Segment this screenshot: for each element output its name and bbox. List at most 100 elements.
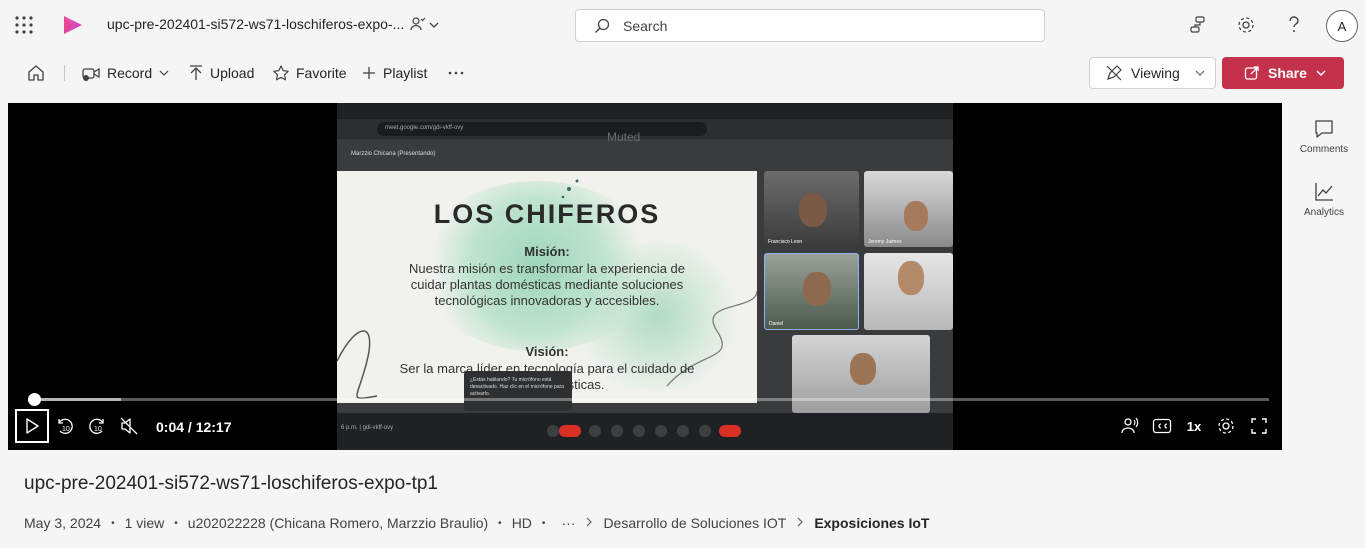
record-icon (82, 67, 100, 81)
comments-button[interactable]: Comments (1295, 118, 1353, 155)
separator-dot: • (111, 517, 115, 529)
participant-tile: Francisco Leon (764, 171, 859, 247)
home-icon (28, 65, 44, 81)
document-title[interactable]: upc-pre-202401-si572-ws71-loschiferos-ex… (107, 16, 404, 32)
skip-back-label: 10 (62, 426, 70, 433)
analytics-button[interactable]: Analytics (1295, 181, 1353, 218)
mic-warning-dialog: ¿Estás hablando? Tu micrófono está desac… (464, 371, 572, 411)
search-box[interactable] (575, 9, 1045, 42)
video-metadata: May 3, 2024 • 1 view • u202022228 (Chica… (24, 514, 929, 532)
chevron-down-icon[interactable] (428, 18, 440, 36)
comment-icon (1315, 120, 1333, 138)
search-input[interactable] (623, 17, 1023, 35)
meet-button (655, 425, 667, 437)
breadcrumb-more-button[interactable]: ··· (561, 515, 575, 531)
skip-back-button[interactable]: 10 (54, 414, 76, 438)
participant-tile: Daniel (764, 253, 859, 330)
home-button[interactable] (26, 62, 46, 84)
meet-button (611, 425, 623, 437)
org-explorer-icon[interactable] (1188, 15, 1208, 40)
chevron-right-icon (585, 515, 593, 531)
presentation-slide: LOS CHIFEROS Misión: Nuestra misión es t… (337, 171, 757, 403)
avatar[interactable]: A (1326, 10, 1358, 42)
owner-name[interactable]: u202022228 (Chicana Romero, Marzzio Brau… (188, 515, 488, 531)
video-player[interactable]: meet.google.com/gdi-vkff-ovy Muted Marzz… (8, 103, 1282, 450)
time-display: 0:04 / 12:17 (156, 419, 232, 435)
meet-button (699, 425, 711, 437)
video-title: upc-pre-202401-si572-ws71-loschiferos-ex… (24, 473, 438, 494)
meet-hangup-button (719, 425, 741, 437)
fullscreen-button[interactable] (1248, 414, 1270, 438)
mission-heading: Misión: (524, 244, 570, 259)
seek-handle[interactable] (28, 393, 42, 406)
plus-icon (363, 67, 375, 79)
meet-button (589, 425, 601, 437)
viewing-mode-button[interactable]: Viewing (1089, 57, 1216, 89)
edit-off-icon (1106, 65, 1122, 81)
closed-captions-icon (1152, 418, 1172, 434)
meet-button (633, 425, 645, 437)
people-icon[interactable] (410, 16, 426, 37)
skip-forward-10-icon: 10 (89, 418, 104, 434)
separator-dot: • (541, 517, 546, 529)
analytics-icon (1315, 183, 1333, 201)
person-voice-icon (1121, 417, 1139, 434)
volume-muted-icon (120, 417, 138, 435)
meet-button (547, 425, 559, 437)
skip-forward-label: 10 (94, 426, 102, 433)
stream-logo-icon[interactable] (60, 13, 86, 42)
chevron-down-icon (1195, 70, 1205, 76)
meet-toolbar: 6 p.m. | gdi-vkff-ovy (337, 413, 953, 450)
upload-date: May 3, 2024 (24, 515, 102, 531)
chevron-down-icon (1316, 70, 1326, 76)
separator-dot: • (498, 517, 502, 529)
record-button[interactable]: Record (81, 62, 170, 84)
muted-indicator: Muted (607, 130, 641, 144)
chevron-down-icon (159, 70, 169, 76)
favorite-label: Favorite (296, 65, 347, 81)
record-label: Record (107, 65, 153, 81)
quality-badge: HD (511, 515, 532, 531)
slide-title: LOS CHIFEROS (433, 199, 661, 229)
skip-forward-button[interactable]: 10 (86, 414, 108, 438)
vision-heading: Visión: (525, 344, 569, 359)
participant-tile: Jeremy Jaimes (864, 171, 953, 247)
more-actions-button[interactable] (448, 62, 464, 84)
meet-time: 6 p.m. | gdi-vkff-ovy (341, 425, 394, 431)
upload-label: Upload (210, 65, 255, 81)
gear-icon (1218, 418, 1234, 434)
audio-description-button[interactable] (1119, 414, 1141, 438)
upload-button[interactable]: Upload (188, 62, 254, 84)
star-icon (273, 65, 289, 81)
seek-bar[interactable] (28, 393, 1269, 406)
breadcrumb-current[interactable]: Exposiciones IoT (814, 515, 929, 531)
settings-button[interactable] (1215, 414, 1237, 438)
skip-back-10-icon: 10 (58, 418, 73, 434)
app-launcher-icon[interactable] (14, 15, 34, 35)
captions-button[interactable] (1151, 414, 1173, 438)
more-icon (448, 71, 464, 75)
share-icon (1244, 66, 1259, 80)
mute-button[interactable] (118, 414, 140, 438)
meet-mic-button (559, 425, 581, 437)
participant-tile (864, 253, 953, 330)
gear-icon[interactable] (1236, 15, 1256, 40)
buffered-bar (28, 398, 122, 401)
playback-speed-button[interactable]: 1x (1183, 414, 1205, 438)
chevron-right-icon (796, 515, 804, 531)
analytics-label: Analytics (1303, 207, 1344, 218)
favorite-button[interactable]: Favorite (272, 62, 347, 84)
url-text: meet.google.com/gdi-vkff-ovy (377, 122, 707, 136)
breadcrumb-channel[interactable]: Desarrollo de Soluciones IOT (603, 515, 786, 531)
help-icon[interactable] (1285, 15, 1303, 40)
meet-button (677, 425, 689, 437)
viewing-label: Viewing (1131, 65, 1180, 81)
playlist-button[interactable]: Playlist (361, 62, 427, 84)
fullscreen-icon (1251, 418, 1267, 434)
presenter-label: Marzzio Chicana (Presentando) (351, 151, 436, 157)
search-icon (594, 18, 610, 39)
play-button[interactable] (15, 409, 49, 443)
share-button[interactable]: Share (1222, 57, 1344, 89)
upload-icon (190, 65, 202, 80)
divider (64, 65, 65, 81)
